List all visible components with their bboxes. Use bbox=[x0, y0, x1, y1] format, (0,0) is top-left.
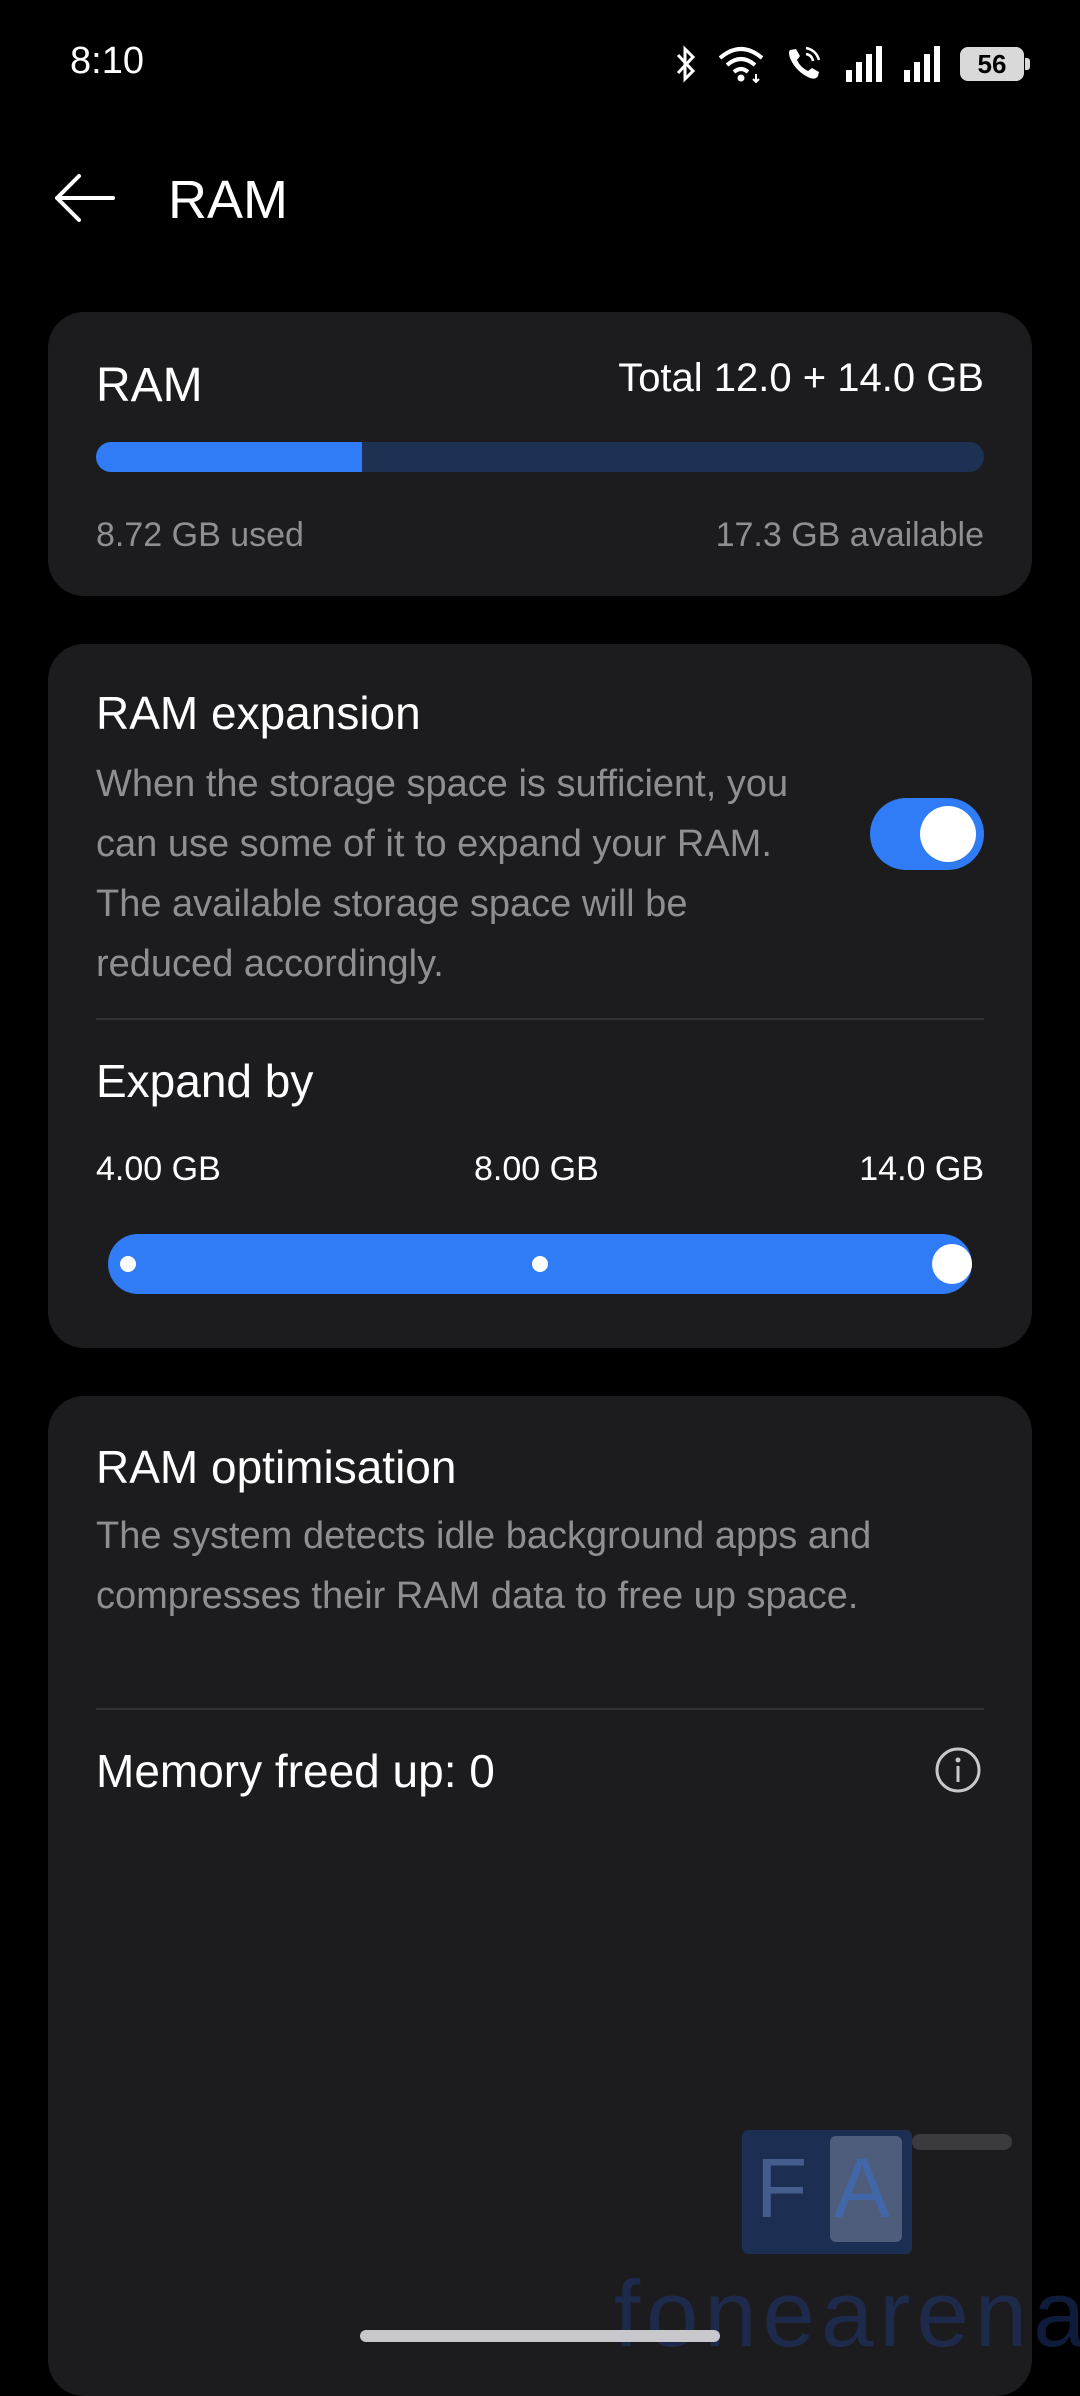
battery-level: 56 bbox=[977, 48, 1007, 79]
ram-available: 17.3 GB available bbox=[715, 516, 984, 554]
expand-by-slider[interactable] bbox=[108, 1234, 972, 1294]
slider-stop-dot bbox=[120, 1256, 136, 1272]
page-title: RAM bbox=[168, 170, 288, 230]
signal-sim2-icon bbox=[902, 44, 942, 84]
ram-usage-card: RAM Total 12.0 + 14.0 GB 8.72 GB used 17… bbox=[48, 312, 1032, 596]
ram-expansion-toggle[interactable] bbox=[870, 798, 984, 870]
back-arrow-icon bbox=[51, 172, 117, 229]
ram-total: Total 12.0 + 14.0 GB bbox=[618, 356, 984, 400]
bluetooth-icon bbox=[674, 44, 698, 84]
expand-option-label-3: 14.0 GB bbox=[859, 1150, 984, 1188]
ram-label: RAM bbox=[96, 359, 203, 412]
home-indicator[interactable] bbox=[360, 2330, 720, 2342]
back-button[interactable] bbox=[44, 168, 124, 232]
ram-usage-bar bbox=[96, 442, 984, 472]
ram-optimisation-card: RAM optimisation The system detects idle… bbox=[48, 1396, 1032, 2396]
call-sim2-icon bbox=[784, 44, 826, 84]
ram-expansion-card: RAM expansion When the storage space is … bbox=[48, 644, 1032, 1348]
expand-by-label: Expand by bbox=[96, 1055, 314, 1107]
signal-sim1-icon bbox=[844, 44, 884, 84]
wifi-icon bbox=[716, 44, 766, 84]
divider bbox=[96, 1018, 984, 1020]
status-bar: 8:10 56 bbox=[0, 0, 1080, 130]
ram-usage-fill bbox=[96, 442, 363, 472]
slider-thumb[interactable] bbox=[932, 1244, 972, 1284]
slider-stop-dot bbox=[532, 1256, 548, 1272]
info-icon bbox=[932, 1747, 984, 1800]
status-time: 8:10 bbox=[70, 40, 144, 82]
ram-optimisation-title: RAM optimisation bbox=[96, 1441, 457, 1493]
memory-freed-label: Memory freed up: 0 bbox=[96, 1745, 495, 1797]
ram-expansion-description: When the storage space is sufficient, yo… bbox=[96, 763, 789, 985]
ram-expansion-title: RAM expansion bbox=[96, 687, 421, 739]
expand-option-label-1: 4.00 GB bbox=[96, 1150, 221, 1188]
app-header: RAM bbox=[0, 150, 1080, 250]
status-icons: 56 bbox=[674, 42, 1030, 86]
divider bbox=[96, 1708, 984, 1710]
ram-optimisation-description: The system detects idle background apps … bbox=[96, 1515, 872, 1617]
expand-option-label-2: 8.00 GB bbox=[474, 1150, 599, 1188]
battery-icon: 56 bbox=[960, 47, 1030, 81]
toggle-knob bbox=[920, 806, 976, 862]
info-button[interactable] bbox=[932, 1744, 984, 1796]
ram-used: 8.72 GB used bbox=[96, 516, 304, 554]
